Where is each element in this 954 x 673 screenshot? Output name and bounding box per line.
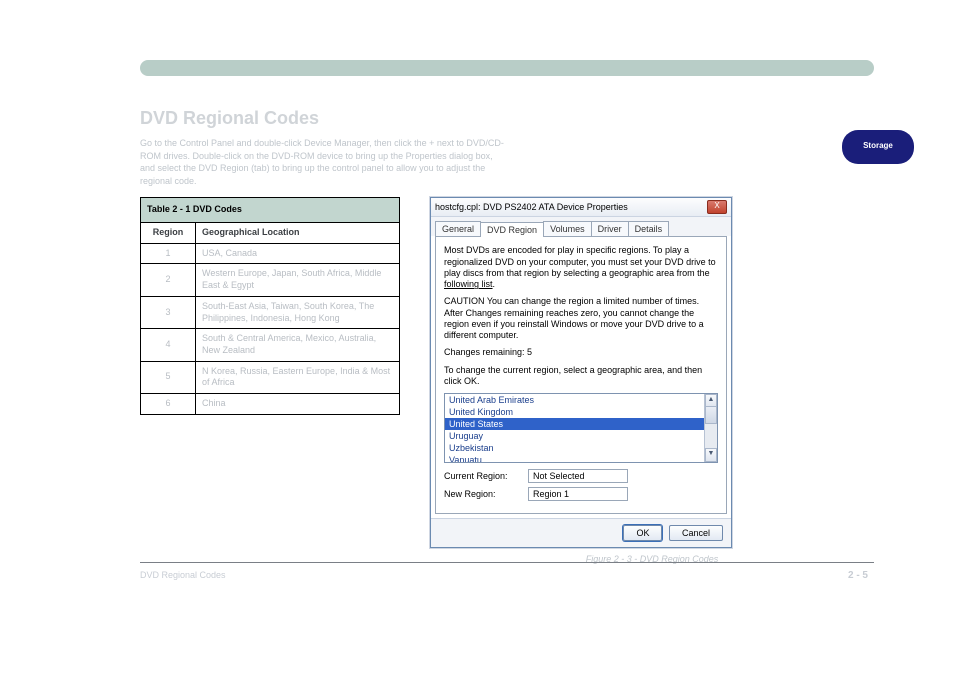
table-row: 6China [141, 393, 400, 414]
footer-left: DVD Regional Codes [140, 570, 226, 580]
table-row: 2Western Europe, Japan, South Africa, Mi… [141, 264, 400, 296]
intro-paragraph: Go to the Control Panel and double-click… [140, 137, 510, 187]
dialog-panel: Most DVDs are encoded for play in specif… [435, 236, 727, 514]
table-caption: Table 2 - 1 DVD Codes [141, 198, 400, 223]
tab-general[interactable]: General [435, 221, 481, 236]
panel-text-1: Most DVDs are encoded for play in specif… [444, 245, 718, 290]
new-region-value: Region 1 [528, 487, 628, 501]
col-header-location: Geographical Location [196, 223, 400, 244]
close-button[interactable]: X [707, 200, 727, 214]
ok-button[interactable]: OK [623, 525, 662, 541]
new-region-label: New Region: [444, 489, 522, 499]
table-row: 3South-East Asia, Taiwan, South Korea, T… [141, 296, 400, 328]
scroll-thumb[interactable] [705, 406, 717, 424]
list-item[interactable]: United Kingdom [445, 406, 717, 418]
list-item[interactable]: Vanuatu [445, 454, 717, 463]
dvd-codes-table: Table 2 - 1 DVD Codes Region Geographica… [140, 197, 400, 414]
cancel-button[interactable]: Cancel [669, 525, 723, 541]
dialog-title: hostcfg.cpl: DVD PS2402 ATA Device Prope… [435, 202, 628, 212]
panel-text-changes: Changes remaining: 5 [444, 347, 718, 358]
list-item[interactable]: Uzbekistan [445, 442, 717, 454]
page-title: DVD Regional Codes [140, 108, 874, 129]
tab-driver[interactable]: Driver [591, 221, 629, 236]
current-region-value: Not Selected [528, 469, 628, 483]
current-region-label: Current Region: [444, 471, 522, 481]
dialog-tabs: General DVD Region Volumes Driver Detail… [431, 217, 731, 236]
panel-text-caution: CAUTION You can change the region a limi… [444, 296, 718, 341]
tab-dvd-region[interactable]: DVD Region [480, 222, 544, 237]
tab-details[interactable]: Details [628, 221, 670, 236]
properties-dialog: hostcfg.cpl: DVD PS2402 ATA Device Prope… [430, 197, 732, 548]
page-footer-rule [140, 562, 874, 563]
list-item-selected[interactable]: United States [445, 418, 717, 430]
scroll-down-icon[interactable]: ▼ [705, 448, 717, 462]
region-listbox[interactable]: United Arab Emirates United Kingdom Unit… [444, 393, 718, 463]
dialog-titlebar[interactable]: hostcfg.cpl: DVD PS2402 ATA Device Prope… [431, 198, 731, 217]
side-badge: StorageDevices [842, 130, 914, 164]
col-header-region: Region [141, 223, 196, 244]
table-row: 4South & Central America, Mexico, Austra… [141, 329, 400, 361]
list-item[interactable]: Uruguay [445, 430, 717, 442]
list-item[interactable]: United Arab Emirates [445, 394, 717, 406]
section-banner [140, 60, 874, 76]
tab-volumes[interactable]: Volumes [543, 221, 592, 236]
footer-page-number: 2 - 5 [848, 570, 868, 581]
panel-text-instruction: To change the current region, select a g… [444, 365, 718, 388]
table-row: 1USA, Canada [141, 243, 400, 264]
table-row: 5N Korea, Russia, Eastern Europe, India … [141, 361, 400, 393]
listbox-scrollbar[interactable]: ▲ ▼ [704, 394, 717, 462]
dialog-button-row: OK Cancel [431, 518, 731, 547]
